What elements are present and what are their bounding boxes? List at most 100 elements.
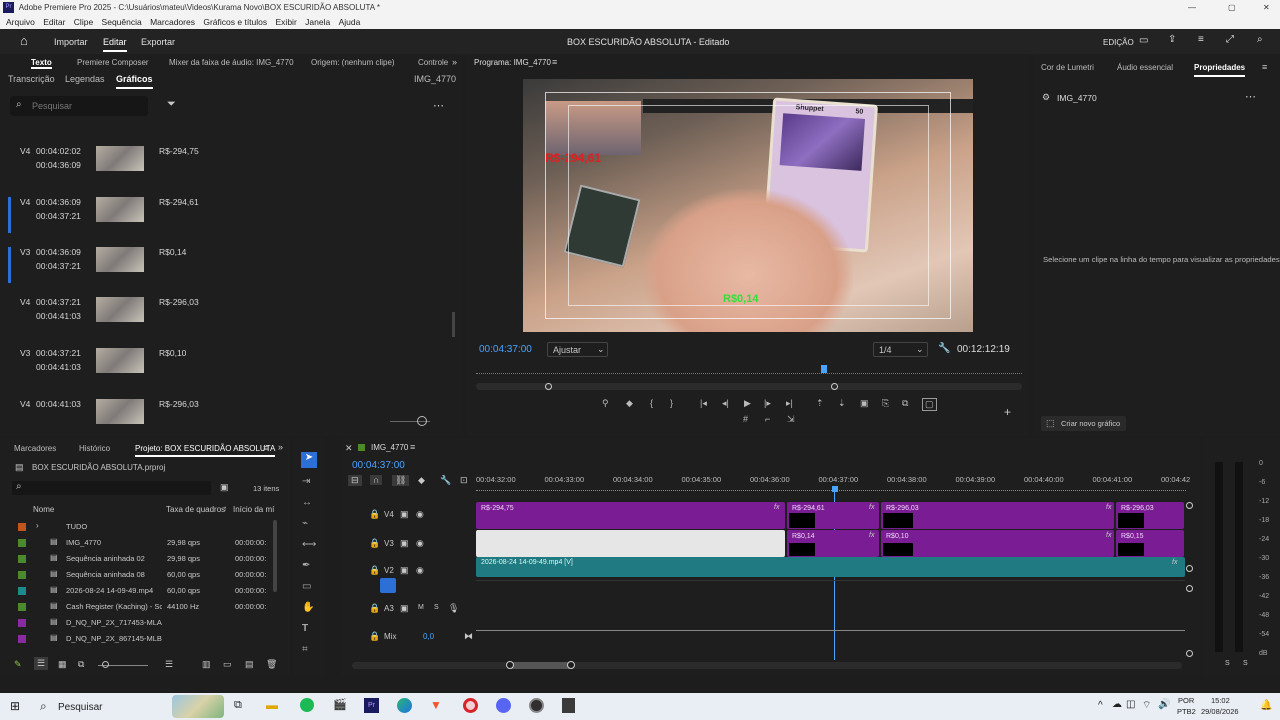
project-item[interactable]: ▤ D_NQ_NP_2X_717453-MLA [0, 616, 272, 631]
mic-icon[interactable]: 🎙 [448, 603, 459, 614]
timeline-scroll-thumb[interactable] [508, 662, 574, 669]
freeform-view-icon[interactable]: ⧉ [78, 659, 84, 670]
task-view-icon[interactable]: ⧉ [234, 699, 242, 712]
go-to-out-icon[interactable]: ▸| [786, 398, 793, 409]
network-icon[interactable]: ☁ [1112, 699, 1122, 710]
clapper-icon[interactable]: 🎬 [333, 698, 347, 711]
more-tabs-icon[interactable]: » [452, 57, 457, 67]
pencil-icon[interactable]: ✎ [14, 659, 22, 670]
rectangle-tool-icon[interactable]: ▭ [302, 581, 311, 592]
obs-icon[interactable] [529, 698, 544, 713]
caption-item[interactable]: V4 00:04:36:09 00:04:37:21 R$-294,61 [0, 197, 440, 233]
taskbar-search-icon[interactable]: ⌕ [40, 699, 47, 714]
keyboard-lang[interactable]: POR [1178, 696, 1194, 705]
pen-tool-icon[interactable]: ✒ [302, 560, 310, 571]
timeline-timecode[interactable]: 00:04:37:00 [352, 460, 405, 471]
sync-icon[interactable]: ▣ [400, 603, 409, 614]
tab-historico[interactable]: Histórico [79, 444, 110, 453]
sort-icon[interactable]: ☰ [165, 659, 173, 670]
program-timecode[interactable]: 00:04:37:00 [479, 344, 532, 355]
lock-icon[interactable]: 🔒 [369, 565, 380, 576]
spotify-icon[interactable] [300, 698, 314, 712]
calculator-icon[interactable] [562, 698, 575, 713]
subtab-legendas[interactable]: Legendas [65, 74, 105, 84]
lock-icon[interactable]: 🔒 [369, 603, 380, 614]
subtab-graficos[interactable]: Gráficos [116, 74, 153, 89]
nav-exportar[interactable]: Exportar [141, 37, 175, 47]
caption-item[interactable]: V3 00:04:37:21 00:04:41:03 R$0,10 [0, 348, 440, 384]
go-to-in-icon[interactable]: |◂ [700, 398, 707, 409]
sync-icon[interactable]: ▣ [400, 538, 409, 549]
sequence-menu-icon[interactable]: ≡ [410, 442, 415, 452]
sort-up-icon[interactable]: ↑ [223, 504, 227, 513]
expand-icon[interactable]: ⤢ [1226, 34, 1234, 45]
trash-icon[interactable]: 🗑 [266, 659, 277, 670]
nest-icon[interactable]: ⊟ [348, 475, 362, 486]
col-inicio[interactable]: Início da mí [233, 505, 274, 514]
label-color-swatch[interactable] [18, 603, 26, 611]
list-view-icon[interactable]: ☰ [34, 657, 49, 670]
program-scrub-bar[interactable] [476, 366, 1022, 374]
discord-icon[interactable] [496, 698, 511, 713]
file-explorer-icon[interactable]: ▬ [266, 698, 278, 712]
home-icon[interactable]: ⌂ [20, 33, 28, 48]
project-scrollbar[interactable] [273, 520, 277, 592]
opera-icon[interactable] [463, 698, 478, 713]
menu-sequencia[interactable]: Sequência [102, 17, 142, 27]
brave-icon[interactable]: ▼ [430, 698, 442, 712]
track-v3-label[interactable]: V3 [384, 539, 394, 548]
zoom-slider-handle[interactable] [417, 416, 427, 426]
clock-date[interactable]: 29/08/2026 [1201, 707, 1239, 716]
more-tabs-icon[interactable]: » [278, 442, 283, 452]
caption-item[interactable]: V3 00:04:36:09 00:04:37:21 R$0,14 [0, 247, 440, 283]
tab-projeto[interactable]: Projeto: BOX ESCURIDÃO ABSOLUTA [135, 444, 276, 457]
vertical-scroll-a-end[interactable] [1186, 650, 1193, 657]
safe-margins-icon[interactable]: ▢ [922, 398, 937, 411]
tab-origem[interactable]: Origem: (nenhum clipe) [311, 58, 395, 67]
search-icon[interactable]: ⌕ [1257, 34, 1263, 45]
minimize-button[interactable]: — [1188, 0, 1196, 15]
more-options-icon[interactable]: ⋯ [1245, 90, 1256, 103]
label-color-swatch[interactable] [18, 539, 26, 547]
track-v2-label[interactable]: V2 [384, 566, 394, 575]
export-frame-icon[interactable]: ▣ [860, 398, 869, 409]
search-field[interactable]: ⌕ Pesquisar [10, 96, 148, 116]
caption-tool-icon[interactable]: ⌗ [302, 644, 308, 655]
settings-icon[interactable]: ≡ [1198, 34, 1204, 45]
track-a3-label[interactable]: A3 [384, 604, 394, 613]
lock-icon[interactable]: 🔒 [369, 509, 380, 520]
tab-propriedades[interactable]: Propriedades [1194, 63, 1246, 77]
menu-janela[interactable]: Janela [305, 17, 330, 27]
maximize-button[interactable]: ▢ [1228, 0, 1236, 15]
slip-tool-icon[interactable]: ⟷ [302, 539, 316, 550]
select-tool-icon[interactable]: ➤ [301, 452, 317, 468]
grid-icon[interactable]: # [743, 414, 748, 424]
menu-editar[interactable]: Editar [43, 17, 65, 27]
mark-out-icon[interactable]: } [670, 398, 673, 408]
menu-marcadores[interactable]: Marcadores [150, 17, 195, 27]
step-forward-icon[interactable]: |▸ [764, 398, 771, 409]
project-item[interactable]: › TUDO [0, 520, 272, 535]
label-color-swatch[interactable] [18, 571, 26, 579]
col-taxa[interactable]: Taxa de quadros [166, 505, 225, 514]
nav-importar[interactable]: Importar [54, 37, 88, 47]
compare-icon[interactable]: ⎘ [882, 398, 889, 409]
lock-icon[interactable]: 🔒 [369, 631, 380, 642]
create-graphic-button[interactable]: ⬚ Criar novo gráfico [1041, 416, 1126, 431]
snap-icon[interactable]: ∩ [370, 475, 383, 485]
timeline-settings-icon[interactable]: 🔧 [440, 475, 451, 486]
tab-audio-essencial[interactable]: Áudio essencial [1117, 63, 1173, 72]
time-ruler[interactable]: 00:04:32:00 00:04:33:00 00:04:34:00 00:04:3… [476, 474, 1190, 491]
menu-arquivo[interactable]: Arquivo [6, 17, 35, 27]
vertical-scroll-v[interactable] [1186, 502, 1193, 509]
project-item[interactable]: ▤ Cash Register (Kaching) - So 44100 Hz 00:… [0, 600, 272, 615]
zoom-bar[interactable] [476, 383, 1022, 390]
label-color-swatch[interactable] [18, 619, 26, 627]
linked-selection-icon[interactable]: ⛓ [392, 475, 410, 486]
taskbar-search-label[interactable]: Pesquisar [58, 702, 102, 713]
solo-left-button[interactable]: S [1225, 660, 1230, 667]
premiere-taskbar-icon[interactable]: Pr [364, 698, 379, 713]
eye-icon[interactable]: ◉ [416, 565, 424, 576]
type-tool-icon[interactable]: T [302, 623, 308, 634]
tab-premiere-composer[interactable]: Premiere Composer [77, 58, 149, 67]
